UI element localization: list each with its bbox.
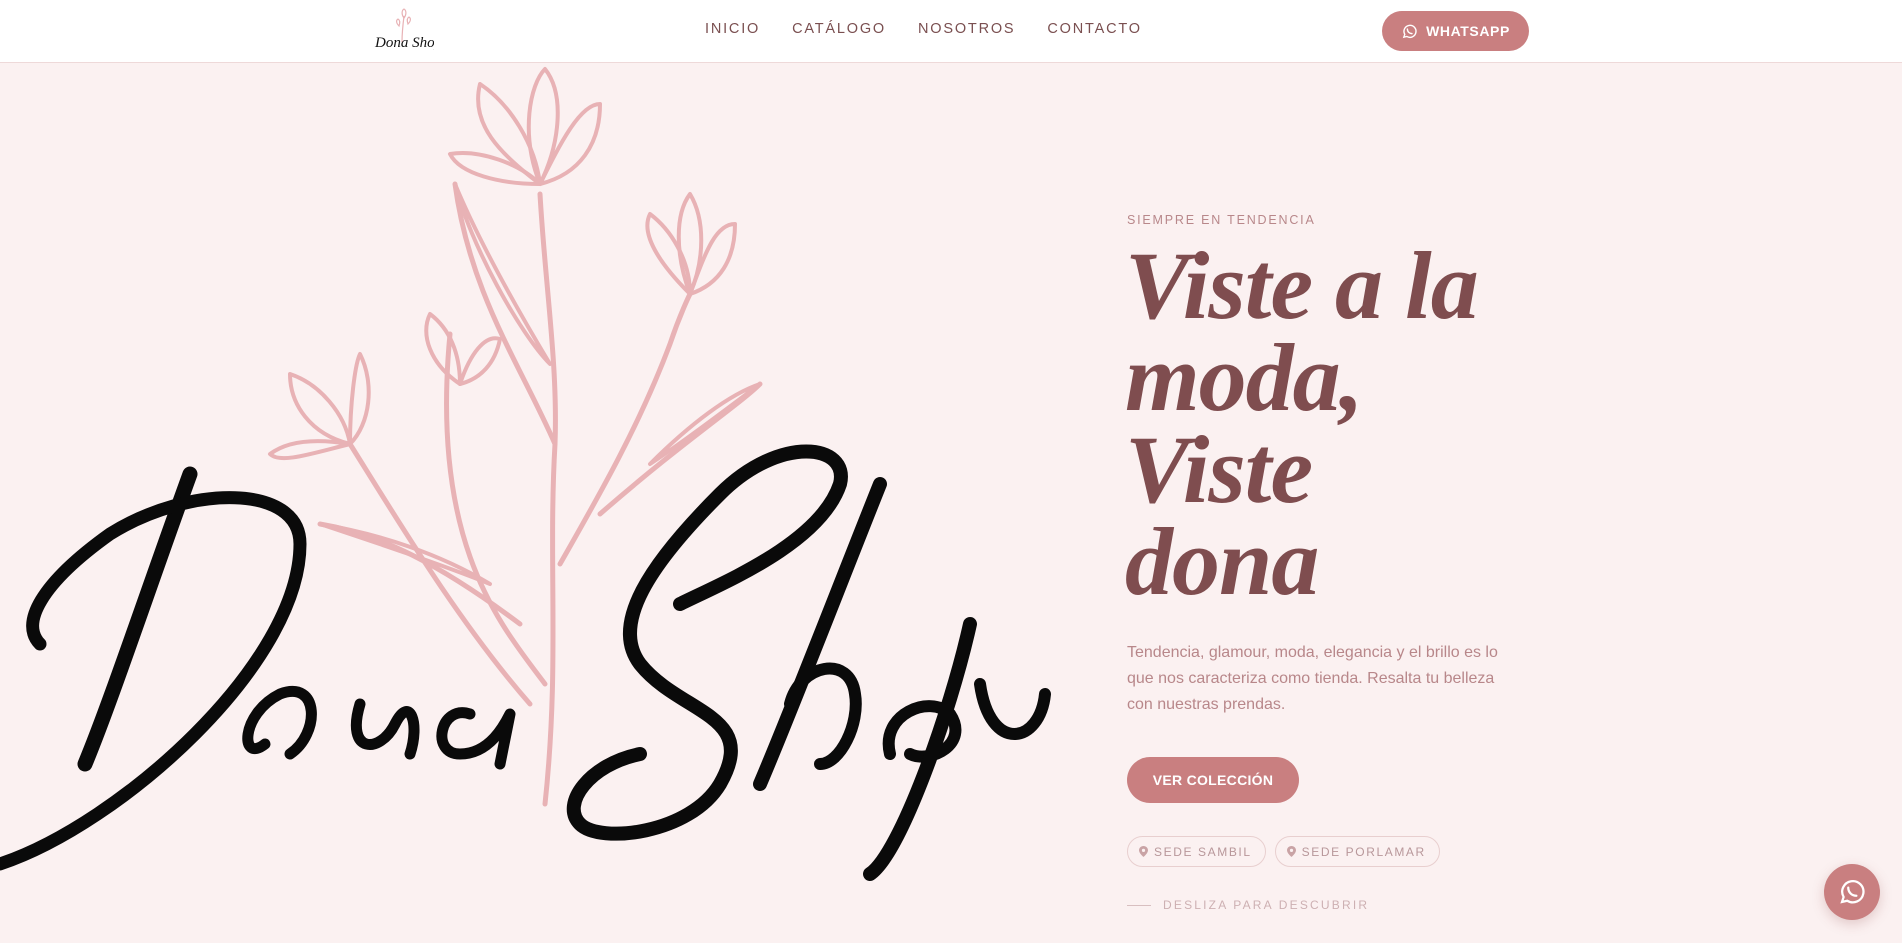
nav-item-contacto[interactable]: CONTACTO [1047,21,1141,37]
nav-item-inicio[interactable]: INICIO [705,21,760,37]
hero-description: Tendencia, glamour, moda, elegancia y el… [1127,644,1498,713]
location-chip-sambil[interactable]: SEDE SAMBIL [1127,836,1266,867]
main-nav: INICIO CATÁLOGO NOSOTROS CONTACTO [705,21,1142,37]
dona-shop-logo[interactable]: Dona Shop [372,8,434,56]
headline-line: moda, [1125,324,1364,431]
whatsapp-button[interactable]: WHATSAPP [1382,11,1529,51]
whatsapp-button-label: WHATSAPP [1426,23,1510,39]
location-pin-icon [1139,846,1148,857]
headline-line: Viste [1125,416,1313,523]
svg-text:Dona Shop: Dona Shop [374,35,434,51]
whatsapp-icon [1402,24,1417,38]
location-chip-label: SEDE PORLAMAR [1301,844,1426,859]
whatsapp-icon [1840,880,1865,904]
top-navigation-bar: Dona Shop INICIO CATÁLOGO NOSOTROS CONTA… [0,0,1902,63]
location-pin-icon [1286,846,1296,857]
hero-section: SIEMPRE EN TENDENCIA Viste a la moda, Vi… [0,64,1902,943]
hero-headline: Viste a la moda, Viste dona [1125,232,1479,615]
headline-line: Viste a la [1125,232,1479,339]
dona-shop-floral-illustration [0,67,1051,881]
scroll-hint-line [1127,904,1151,906]
location-chip-label: SEDE SAMBIL [1154,844,1252,859]
store-locations: SEDE SAMBIL SEDE PORLAMAR [1127,836,1440,867]
floating-whatsapp-button[interactable] [1824,864,1880,920]
hero-eyebrow: SIEMPRE EN TENDENCIA [1127,213,1316,227]
location-chip-porlamar[interactable]: SEDE PORLAMAR [1274,836,1440,867]
scroll-hint-label: DESLIZA PARA DESCUBRIR [1163,898,1370,912]
scroll-hint[interactable]: DESLIZA PARA DESCUBRIR [1127,898,1369,912]
nav-item-catalogo[interactable]: CATÁLOGO [792,21,886,37]
nav-item-nosotros[interactable]: NOSOTROS [918,21,1015,37]
view-collection-button[interactable]: VER COLECCIÓN [1127,757,1299,803]
headline-line: dona [1125,508,1319,615]
